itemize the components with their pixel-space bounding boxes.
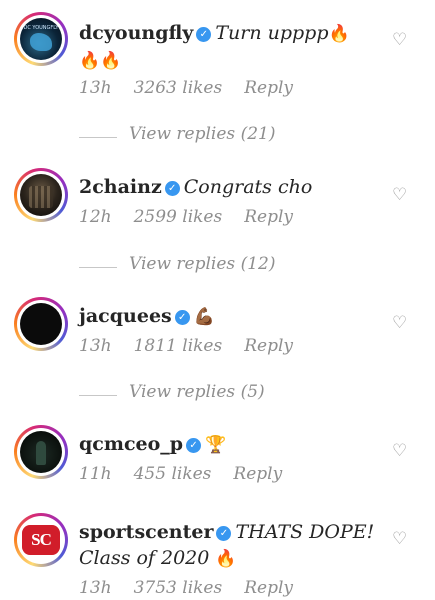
comment-text-2: Class of 2020	[79, 547, 210, 569]
divider	[79, 395, 117, 396]
comment-line-2: Class of 2020 🔥	[79, 545, 237, 572]
comment-line: dcyoungfly ✓ Turn upppp🔥	[79, 20, 350, 47]
avatar[interactable]: DC YOUNGFLY	[14, 12, 68, 66]
comment-line: sportscenter ✓ THATS DOPE!	[79, 519, 374, 545]
verified-badge-icon: ✓	[164, 181, 180, 196]
verified-badge-icon: ✓	[174, 310, 190, 325]
divider	[79, 137, 117, 138]
comment-meta: 12h 2599 likes Reply	[79, 207, 293, 227]
comment-meta: 11h 455 likes Reply	[79, 464, 282, 484]
avatar[interactable]: SC	[14, 513, 68, 567]
comment-time: 12h	[79, 207, 112, 227]
comment-meta: 13h 3263 likes Reply	[79, 78, 293, 98]
avatar[interactable]	[14, 168, 68, 222]
flexed-bicep-emoji: 💪🏾	[193, 307, 215, 327]
likes-count[interactable]: 1811 likes	[134, 336, 223, 356]
comment-line: 2chainz ✓ Congrats cho	[79, 174, 312, 200]
username[interactable]: qcmceo_p	[79, 433, 183, 455]
username[interactable]: sportscenter	[79, 521, 213, 543]
likes-count[interactable]: 2599 likes	[134, 207, 223, 227]
username[interactable]: 2chainz	[79, 176, 162, 198]
reply-button[interactable]: Reply	[244, 78, 293, 98]
username[interactable]: jacquees	[79, 305, 172, 327]
verified-badge-icon: ✓	[196, 27, 212, 42]
verified-badge-icon: ✓	[186, 438, 202, 453]
username[interactable]: dcyoungfly	[79, 22, 193, 44]
fire-emoji: 🔥🔥	[79, 51, 122, 71]
verified-badge-icon: ✓	[216, 526, 232, 541]
heart-icon[interactable]: ♡	[392, 30, 407, 50]
likes-count[interactable]: 3263 likes	[134, 78, 223, 98]
view-replies-label: View replies (21)	[129, 124, 276, 144]
trophy-emoji: 🏆	[205, 435, 227, 455]
comment-text: Congrats cho	[183, 176, 313, 198]
reply-button[interactable]: Reply	[233, 464, 282, 484]
comment-meta: 13h 1811 likes Reply	[79, 336, 293, 356]
divider	[79, 267, 117, 268]
heart-icon[interactable]: ♡	[392, 441, 407, 461]
view-replies-label: View replies (5)	[129, 382, 265, 402]
comment-meta: 13h 3753 likes Reply	[79, 578, 293, 598]
comment-line: jacquees ✓ 💪🏾	[79, 303, 215, 330]
avatar[interactable]	[14, 297, 68, 351]
reply-button[interactable]: Reply	[244, 578, 293, 598]
comment-time: 13h	[79, 78, 112, 98]
reply-button[interactable]: Reply	[244, 336, 293, 356]
comment-line: qcmceo_p ✓ 🏆	[79, 431, 226, 458]
reply-button[interactable]: Reply	[244, 207, 293, 227]
view-replies-label: View replies (12)	[129, 254, 276, 274]
comment-time: 13h	[79, 336, 112, 356]
comment-time: 11h	[79, 464, 112, 484]
heart-icon[interactable]: ♡	[392, 313, 407, 333]
heart-icon[interactable]: ♡	[392, 185, 407, 205]
comment-time: 13h	[79, 578, 112, 598]
fire-emoji: 🔥	[215, 549, 237, 569]
sportscenter-logo: SC	[22, 525, 60, 555]
likes-count[interactable]: 3753 likes	[134, 578, 223, 598]
heart-icon[interactable]: ♡	[392, 529, 407, 549]
fire-emoji: 🔥	[328, 24, 350, 44]
comment-text: THATS DOPE!	[235, 521, 375, 543]
avatar[interactable]	[14, 425, 68, 479]
likes-count[interactable]: 455 likes	[134, 464, 212, 484]
comment-text: Turn upppp	[215, 22, 329, 44]
comment-line-2: 🔥🔥	[79, 47, 121, 74]
